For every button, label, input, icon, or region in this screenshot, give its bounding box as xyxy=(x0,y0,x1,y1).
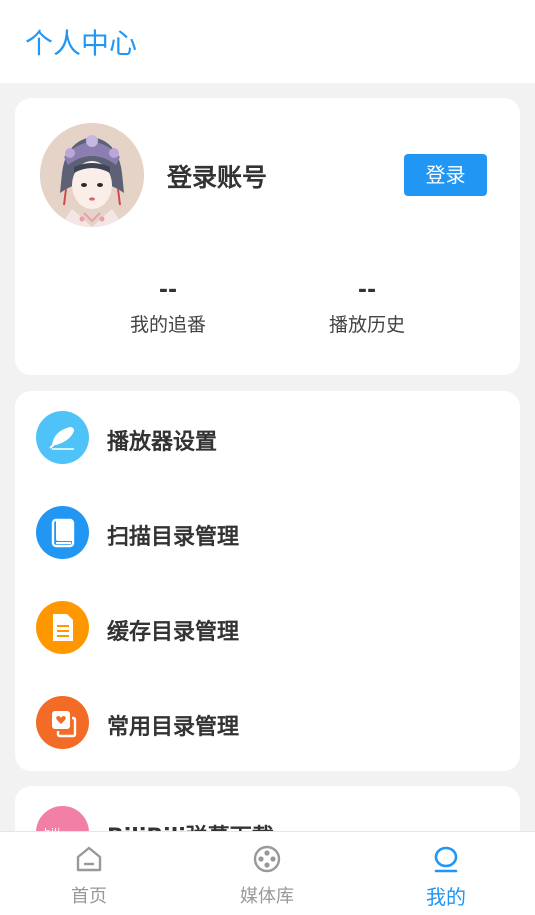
book-icon xyxy=(36,506,89,559)
app-header: 个人中心 xyxy=(0,0,535,83)
menu-item-label: 常用目录管理 xyxy=(107,715,240,740)
stat-history-label: 播放历史 xyxy=(328,314,405,336)
menu-item-label: 扫描目录管理 xyxy=(107,525,240,550)
menu-item-cache-directory[interactable]: 缓存目录管理 xyxy=(15,581,520,676)
stat-history-value: -- xyxy=(357,278,377,303)
document-icon xyxy=(36,601,89,654)
avatar-illustration-icon xyxy=(40,123,144,227)
menu-item-player-settings[interactable]: 播放器设置 xyxy=(15,391,520,486)
stat-following-value: -- xyxy=(158,278,178,303)
menu-item-favorite-directory[interactable]: 常用目录管理 xyxy=(15,676,520,771)
menu-item-scan-directory[interactable]: 扫描目录管理 xyxy=(15,486,520,581)
stat-following[interactable]: -- 我的追番 xyxy=(88,278,248,337)
menu-item-label: 缓存目录管理 xyxy=(107,620,240,645)
stat-history[interactable]: -- 播放历史 xyxy=(287,278,447,337)
heart-folder-icon xyxy=(36,696,89,749)
tab-media-library[interactable]: 媒体库 xyxy=(178,832,356,915)
home-icon xyxy=(76,846,102,872)
tab-home[interactable]: 首页 xyxy=(0,832,178,915)
menu-item-label: 播放器设置 xyxy=(107,430,218,455)
stat-following-label: 我的追番 xyxy=(129,314,206,336)
feather-icon xyxy=(36,411,89,464)
login-button[interactable]: 登录 xyxy=(404,154,487,196)
bottom-tab-bar: 首页 媒体库 我的 xyxy=(0,831,535,915)
avatar[interactable] xyxy=(40,123,144,227)
tab-mine-label: 我的 xyxy=(426,885,466,909)
page-title: 个人中心 xyxy=(25,27,138,60)
profile-card: 登录账号 登录 -- 我的追番 -- 播放历史 xyxy=(15,98,520,375)
login-account-label[interactable]: 登录账号 xyxy=(167,158,267,194)
tab-mine[interactable]: 我的 xyxy=(357,832,535,915)
settings-menu: 播放器设置 扫描目录管理 缓存目录管理 常用目录管理 xyxy=(15,391,520,771)
tab-home-label: 首页 xyxy=(71,886,107,907)
film-reel-icon xyxy=(253,845,281,873)
tab-media-library-label: 媒体库 xyxy=(240,886,294,907)
person-icon xyxy=(434,846,458,873)
